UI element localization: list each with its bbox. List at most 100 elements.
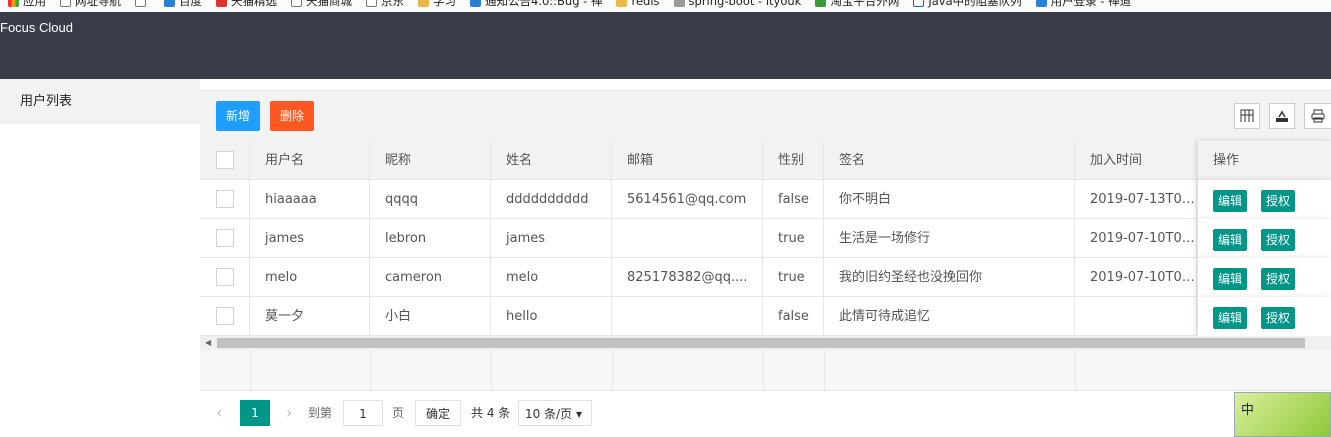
print-icon[interactable] [1304,103,1331,129]
brand-title: Focus Cloud [0,20,73,35]
bookmark-label: 用户登录 - 禅道 [1050,0,1132,8]
cell-username: james [250,219,370,258]
goto-suffix: 页 [392,406,405,420]
bookmark-item[interactable]: 通知公告4.0::Bug - 禅 [470,0,602,9]
bookmark-item[interactable]: 淘宝平台外网 [815,0,899,9]
gear-icon [673,0,685,7]
edit-button[interactable]: 编辑 [1213,229,1248,251]
table-row: james lebron james true 生活是一场修行 2019-07-10T03… [200,219,1331,258]
table-row: hiaaaaa qqqq dddddddddd 5614561@qq.com false… [200,180,1331,219]
page-size-select[interactable]: 10 条/页 ▾ [518,400,592,426]
cell-name: james [491,219,612,258]
bookmark-label: redis [631,0,660,8]
main-content: 新增 删除 用户名 昵称 姓名 邮箱 性别 签名 加入时间 操作 hiaaaaa qqqq dddd… [200,79,1331,437]
table-row: melo cameron melo 825178382@qq.... true 我的旧约圣… [200,258,1331,297]
bookmark-item[interactable]: 学习 [418,0,456,9]
bookmark-item[interactable]: 京东 [366,0,404,9]
cell-nickname: cameron [370,258,491,297]
row-actions: 编辑 授权 [1197,219,1331,258]
bookmark-item[interactable]: spring-boot - ityouk [673,0,801,8]
columns-filter-icon[interactable] [1234,103,1260,129]
dropdown-arrow-icon: ▾ [575,407,582,421]
checkbox-cell[interactable] [200,180,250,219]
sidebar-item-user-list[interactable]: 用户列表 [0,79,200,124]
cell-nickname: lebron [370,219,491,258]
grant-button[interactable]: 授权 [1261,268,1296,290]
add-button[interactable]: 新增 [216,101,260,131]
baidu-icon [164,0,175,7]
page-icon [135,0,146,7]
cell-name: hello [491,297,612,336]
row-checkbox[interactable] [216,268,234,286]
bookmark-item[interactable]: 天猫精选 [216,0,277,9]
checkbox-cell[interactable] [200,258,250,297]
checkbox-cell[interactable] [200,219,250,258]
next-page-icon[interactable]: › [286,400,292,426]
column-header: 姓名 [491,141,612,180]
bookmark-label: 应用 [23,0,46,8]
bookmark-item[interactable]: redis [616,0,660,8]
edit-button[interactable]: 编辑 [1213,268,1248,290]
grant-button[interactable]: 授权 [1261,229,1296,251]
total-count: 共 4 条 [471,406,511,420]
column-header-actions: 操作 [1197,141,1331,180]
cell-nickname: qqqq [370,180,491,219]
ime-label: 中 [1241,403,1255,418]
cell-joined: 2019-07-13T07:... [1075,180,1197,219]
grant-button[interactable]: 授权 [1261,307,1296,329]
export-icon[interactable] [1269,103,1295,129]
cell-nickname: 小白 [370,297,491,336]
prev-page-icon[interactable]: ‹ [216,400,222,426]
checkbox-cell[interactable] [200,297,250,336]
folder-icon [616,0,628,7]
grant-button[interactable]: 授权 [1261,190,1296,212]
row-checkbox[interactable] [216,229,234,247]
cell-username: 莫一夕 [250,297,370,336]
bookmark-item[interactable]: Java中的阻塞队列 [913,0,1022,9]
cell-joined: 2019-07-10T03:... [1075,258,1197,297]
leaf-icon [815,0,827,7]
tmall-icon [216,0,227,7]
scrollbar-thumb[interactable] [217,338,1305,348]
bookmark-item[interactable]: 应用 [8,0,46,9]
column-header: 性别 [763,141,824,180]
bookmark-label: 天猫商城 [306,0,352,8]
page-icon [291,0,302,7]
edit-button[interactable]: 编辑 [1213,190,1248,212]
bookmark-item[interactable] [135,0,150,7]
edit-button[interactable]: 编辑 [1213,307,1248,329]
globe-icon [1035,0,1047,7]
cell-signature: 生活是一场修行 [824,219,1075,258]
ime-indicator[interactable]: 中 [1234,392,1331,437]
scroll-left-icon[interactable]: ◀ [205,336,211,350]
cell-gender: false [763,180,824,219]
checkbox-cell[interactable] [200,141,250,180]
bookmark-item[interactable]: 网址导航 [60,0,121,9]
bookmark-item[interactable]: 百度 [164,0,202,9]
bookmark-label: 百度 [179,0,202,8]
goto-confirm-button[interactable]: 确定 [415,400,461,426]
page-icon [366,0,377,7]
column-header: 用户名 [250,141,370,180]
row-checkbox[interactable] [216,190,234,208]
cell-signature: 我的旧约圣经也没挽回你 [824,258,1075,297]
horizontal-scrollbar[interactable]: ◀ [200,336,1331,350]
page-size-value: 10 条/页 [525,407,573,421]
globe-icon [470,0,481,7]
sidebar: 用户列表 [0,79,200,437]
page-current[interactable]: 1 [240,400,270,426]
bookmark-label: 通知公告4.0::Bug - 禅 [485,0,603,8]
bookmarks-bar: 应用 网址导航 百度 天猫精选 天猫商城 京东 学习 通知公告4.0::Bug - 禅 redi… [0,0,1331,12]
delete-button[interactable]: 删除 [270,101,314,131]
cell-joined: 2019-07-10T03:... [1075,219,1197,258]
column-header: 签名 [824,141,1075,180]
goto-page-input[interactable]: 1 [343,400,383,426]
bookmark-item[interactable]: 用户登录 - 禅道 [1035,0,1132,9]
bookmark-item[interactable]: 天猫商城 [291,0,352,9]
bookmark-label: 网址导航 [75,0,121,8]
select-all-checkbox[interactable] [216,151,234,169]
bookmark-label: 淘宝平台外网 [830,0,900,8]
cell-joined [1075,297,1197,336]
page-icon [60,0,71,7]
row-checkbox[interactable] [216,307,234,325]
